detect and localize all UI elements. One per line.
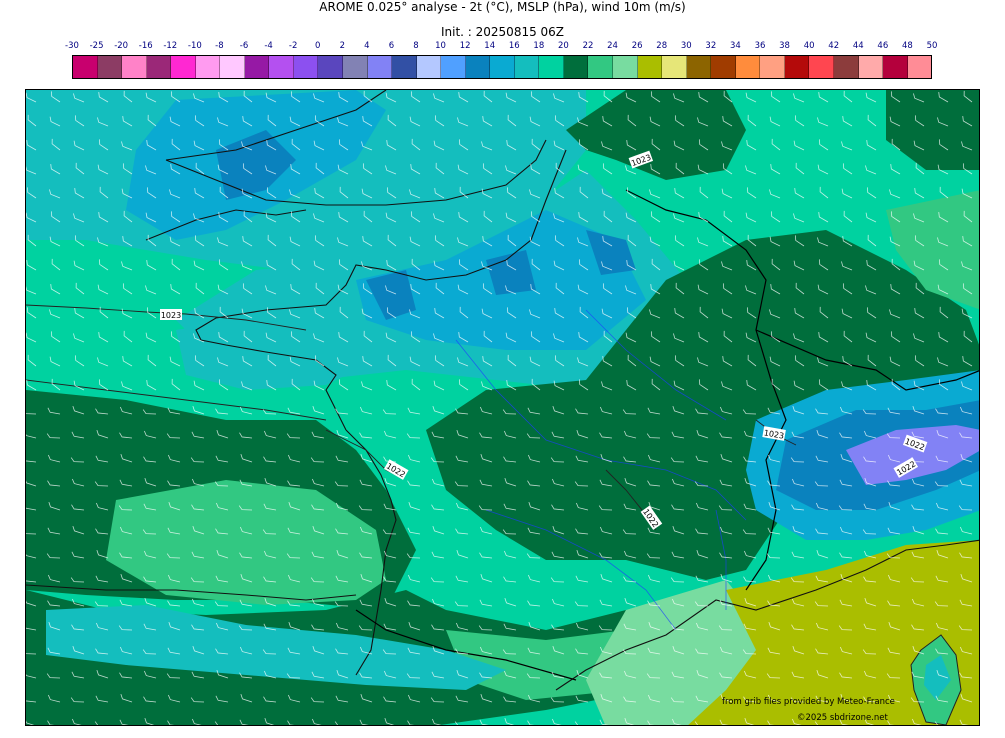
colorbar-tick: 10 [435, 41, 446, 51]
colorbar-swatch [662, 56, 687, 78]
isobar-label: 1023 [161, 311, 181, 320]
colorbar-tick: -2 [288, 41, 298, 51]
colorbar-tick: 34 [730, 41, 741, 51]
colorbar-tick: 22 [582, 41, 594, 51]
colorbar-tick: 4 [364, 41, 370, 51]
colorbar-swatch [858, 56, 884, 78]
colorbar-tick: 26 [631, 41, 643, 51]
colorbar-tick: 30 [680, 41, 692, 51]
colorbar-swatch [73, 56, 98, 78]
colorbar-swatch [784, 56, 810, 78]
colorbar-tick: 28 [656, 41, 668, 51]
colorbar-swatch [318, 56, 344, 78]
colorbar-tick: 8 [413, 41, 419, 51]
colorbar-tick: 20 [558, 41, 569, 51]
colorbar-tick: -10 [187, 41, 202, 51]
colorbar-tick: 50 [926, 41, 938, 51]
colorbar-swatch [539, 56, 564, 78]
colorbar-tick: 12 [459, 41, 471, 51]
colorbar-swatch [195, 56, 221, 78]
colorbar-swatch [293, 56, 319, 78]
data-source-credit: from grib files provided by Meteo-France [722, 697, 895, 707]
colorbar-tick: 0 [314, 41, 321, 51]
colorbar-swatch [907, 56, 932, 78]
colorbar-tick: 18 [533, 41, 545, 51]
colorbar-swatch [441, 56, 466, 78]
colorbar-tick: -30 [65, 41, 79, 51]
colorbar-swatch [269, 56, 294, 78]
colorbar-swatch [613, 56, 638, 78]
colorbar-swatch [760, 56, 785, 78]
init-time: Init. : 20250815 06Z [440, 25, 565, 39]
colorbar-tick: -6 [239, 41, 249, 51]
colorbar-tick: 2 [339, 41, 345, 51]
colorbar-tick: -16 [138, 41, 153, 51]
colorbar-swatch [97, 56, 123, 78]
colorbar-swatch [833, 56, 859, 78]
colorbar-swatch [171, 56, 196, 78]
colorbar-swatch [244, 56, 270, 78]
colorbar-tick: 40 [803, 41, 815, 51]
colorbar-swatch [490, 56, 515, 78]
chart-title: AROME 0.025° analyse - 2t (°C), MSLP (hP… [319, 0, 686, 14]
colorbar-swatch [711, 56, 736, 78]
colorbar-swatch [343, 56, 368, 78]
colorbar-swatch [637, 56, 663, 78]
colorbar-swatch [220, 56, 245, 78]
colorbar-swatch [514, 56, 540, 78]
colorbar-swatch [367, 56, 393, 78]
colorbar-swatch [883, 56, 908, 78]
weather-map: 1023 1023 1022 1022 1023 1022 1022 [25, 89, 980, 726]
colorbar-tick: 36 [754, 41, 766, 51]
colorbar-swatch [588, 56, 614, 78]
colorbar-swatch [392, 56, 417, 78]
colorbar-tick: 44 [852, 41, 864, 51]
colorbar-swatch [465, 56, 491, 78]
map-canvas: 1023 1023 1022 1022 1023 1022 1022 [26, 90, 979, 725]
colorbar-swatch [809, 56, 834, 78]
colorbar-swatch [122, 56, 147, 78]
colorbar-swatch [416, 56, 442, 78]
colorbar-tick: 48 [902, 41, 913, 51]
colorbar-tick: 46 [877, 41, 889, 51]
colorbar-swatch [563, 56, 589, 78]
colorbar-tick: -8 [215, 41, 224, 51]
colorbar-tick: -20 [114, 41, 129, 51]
copyright-credit: ©2025 sbdrizone.net [797, 713, 888, 723]
colorbar-tick: 6 [388, 41, 395, 51]
colorbar-tick-labels: -30 -25 -20 -16 -12 -10 -8 -6 -4 -2 0 2 4 6 8 10 12 14 16 1… [0, 41, 1005, 53]
colorbar-tick: -4 [264, 41, 273, 51]
colorbar-tick: 14 [484, 41, 496, 51]
colorbar-tick: -25 [89, 41, 104, 51]
colorbar-tick: 32 [705, 41, 717, 51]
colorbar-swatch [686, 56, 712, 78]
colorbar-tick: 42 [828, 41, 840, 51]
colorbar-tick: 16 [508, 41, 520, 51]
colorbar-tick: 38 [779, 41, 790, 51]
colorbar-swatch [146, 56, 172, 78]
colorbar-tick: -12 [163, 41, 178, 51]
colorbar-tick: 24 [607, 41, 618, 51]
colorbar-swatch [735, 56, 761, 78]
temperature-colorbar [72, 55, 932, 79]
